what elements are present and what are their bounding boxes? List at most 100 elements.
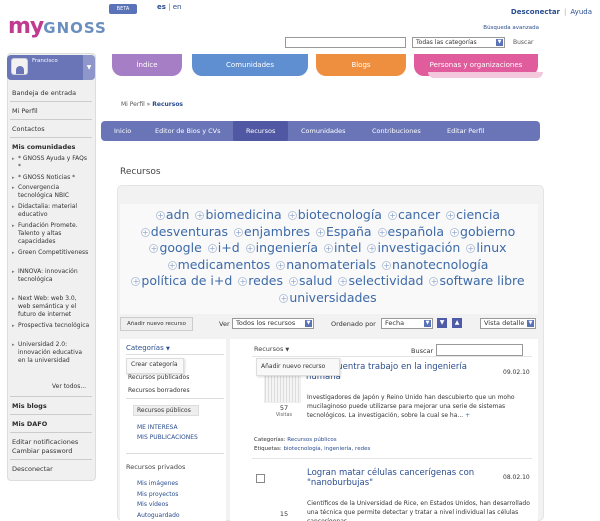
tab-indice[interactable]: Índice [112,54,182,76]
tag-label[interactable]: ingeniería [256,240,318,255]
mis-dafo-link[interactable]: Mis DAFO [12,420,47,428]
community-item[interactable]: Universidad 2.0: innovación educativa en… [12,341,90,365]
add-tag-icon[interactable]: + [238,277,248,286]
search-button[interactable]: Buscar [513,37,534,48]
add-tag-icon[interactable]: + [324,244,334,253]
tag-item[interactable]: + linux [466,240,507,255]
tag-item[interactable]: + google [149,240,202,255]
tag-item[interactable]: + nanotecnología [382,257,488,272]
cambiar-password-link[interactable]: Cambiar password [12,447,72,455]
tag-label[interactable]: google [159,240,201,255]
tag-label[interactable]: España [326,224,372,239]
user-box[interactable]: Francisco ▼ [7,55,95,80]
tag-item[interactable]: + desventuras [140,224,228,239]
nav-contribuciones[interactable]: Contribuciones [372,121,421,141]
crear-categoria-option[interactable]: Crear categoría [131,361,178,368]
tag-item[interactable]: + intel [324,240,361,255]
filter-autoguardado[interactable]: Autoguardado [137,512,180,519]
tag-item[interactable]: + selectividad [338,273,424,288]
search-category-select[interactable]: Todas las categorías ▼ [412,37,505,48]
filter-publicados[interactable]: Recursos publicados [128,374,189,381]
categorias-dropdown[interactable]: Categorías ▼ [126,344,170,352]
sort-asc-button[interactable]: ▲ [452,318,462,328]
resource-checkbox[interactable] [256,474,265,483]
tag-item[interactable]: + universidades [279,290,377,305]
nav-recursos[interactable]: Recursos [233,121,289,141]
community-item[interactable]: Next Web: web 3.0, web semántica y el fu… [12,295,90,319]
tag-label[interactable]: biotecnología [298,207,382,222]
filter-mis-publicaciones[interactable]: MIS PUBLICACIONES [137,434,198,441]
community-item[interactable]: Green Competitiveness [12,249,90,257]
community-item[interactable]: Prospectiva tecnológica [12,322,90,330]
add-tag-icon[interactable]: + [195,211,205,220]
add-tag-icon[interactable]: + [287,211,297,220]
tag-item[interactable]: + investigación [367,240,460,255]
community-item[interactable]: Didactalia: material educativo [12,203,90,219]
tag-item[interactable]: + España [315,224,372,239]
add-tag-icon[interactable]: + [338,277,348,286]
tag-label[interactable]: intel [334,240,361,255]
add-tag-icon[interactable]: + [288,277,298,286]
add-tag-icon[interactable]: + [131,277,141,286]
search-input[interactable] [285,37,406,48]
view-select[interactable]: Vista detalle ▼ [480,318,536,329]
add-tag-icon[interactable]: + [387,211,397,220]
tag-item[interactable]: + española [377,224,445,239]
tab-comunidades[interactable]: Comunidades [192,54,308,76]
tag-item[interactable]: + política de i+d [131,273,232,288]
add-tag-icon[interactable]: + [155,211,165,220]
community-item[interactable]: Convergencia tecnológica NBIC [12,184,90,200]
tag-label[interactable]: española [388,224,445,239]
add-resource-popup[interactable]: Añadir nuevo recurso [256,358,340,376]
tag-label[interactable]: medicamentos [178,257,271,272]
tag-item[interactable]: + biomedicina [195,207,282,222]
resource-title[interactable]: Logran matar células cancerígenas con "n… [307,468,497,488]
tag-item[interactable]: + adn [155,207,189,222]
crear-categoria-popup[interactable]: Crear categoría [126,358,184,374]
filter-mis-imagenes[interactable]: Mis imágenes [137,480,178,487]
advanced-search-link[interactable]: Búsqueda avanzada [483,25,539,31]
nav-comunidades[interactable]: Comunidades [301,121,346,141]
sidebar-bandeja[interactable]: Bandeja de entrada [12,89,76,97]
breadcrumb-mi-perfil[interactable]: Mi Perfil [121,101,145,108]
tag-item[interactable]: + ingeniería [245,240,318,255]
tag-label[interactable]: biomedicina [205,207,281,222]
add-tag-icon[interactable]: + [234,227,244,237]
tag-label[interactable]: nanotecnología [392,257,488,272]
tag-label[interactable]: linux [476,240,506,255]
tag-label[interactable]: gobierno [460,224,515,239]
add-tag-icon[interactable]: + [279,293,289,303]
add-tag-icon[interactable]: + [450,227,460,237]
sidebar-mi-perfil[interactable]: Mi Perfil [12,107,38,115]
sort-desc-button[interactable]: ▼ [437,318,447,328]
add-tag-icon[interactable]: + [276,260,286,270]
tag-item[interactable]: + salud [288,273,333,288]
community-item[interactable]: Fundación Promete. Talento y altas capac… [12,222,90,246]
mis-blogs-link[interactable]: Mis blogs [12,402,47,410]
more-icon[interactable]: + [465,412,470,419]
tag-label[interactable]: nanomaterials [286,257,376,272]
ver-todos-link[interactable]: Ver todos... [52,383,86,390]
tag-item[interactable]: + cancer [387,207,440,222]
filter-mis-videos[interactable]: Mis vídeos [137,501,168,508]
add-tag-icon[interactable]: + [245,244,255,253]
tag-item[interactable]: + medicamentos [167,257,271,272]
tag-item[interactable]: + enjambres [234,224,310,239]
add-tag-icon[interactable]: + [207,244,217,253]
add-tag-icon[interactable]: + [382,260,392,270]
tag-label[interactable]: selectividad [348,273,423,288]
chevron-down-icon[interactable]: ▼ [83,55,95,80]
tag-label[interactable]: desventuras [151,224,228,239]
add-resource-option[interactable]: Añadir nuevo recurso [261,363,325,370]
add-tag-icon[interactable]: + [149,244,159,253]
recursos-dropdown[interactable]: Recursos ▼ [254,345,289,353]
tag-label[interactable]: enjambres [244,224,310,239]
ver-select[interactable]: Todos los recursos ▼ [232,318,314,329]
tag-label[interactable]: software libre [439,273,524,288]
desconectar-link[interactable]: Desconectar [511,8,560,16]
add-tag-icon[interactable]: + [429,277,439,286]
order-select[interactable]: Fecha ▼ [381,318,433,329]
tag-item[interactable]: + nanomaterials [276,257,376,272]
community-item[interactable]: * GNOSS Ayuda y FAQs * [12,155,90,171]
tag-item[interactable]: + i+d [207,240,240,255]
